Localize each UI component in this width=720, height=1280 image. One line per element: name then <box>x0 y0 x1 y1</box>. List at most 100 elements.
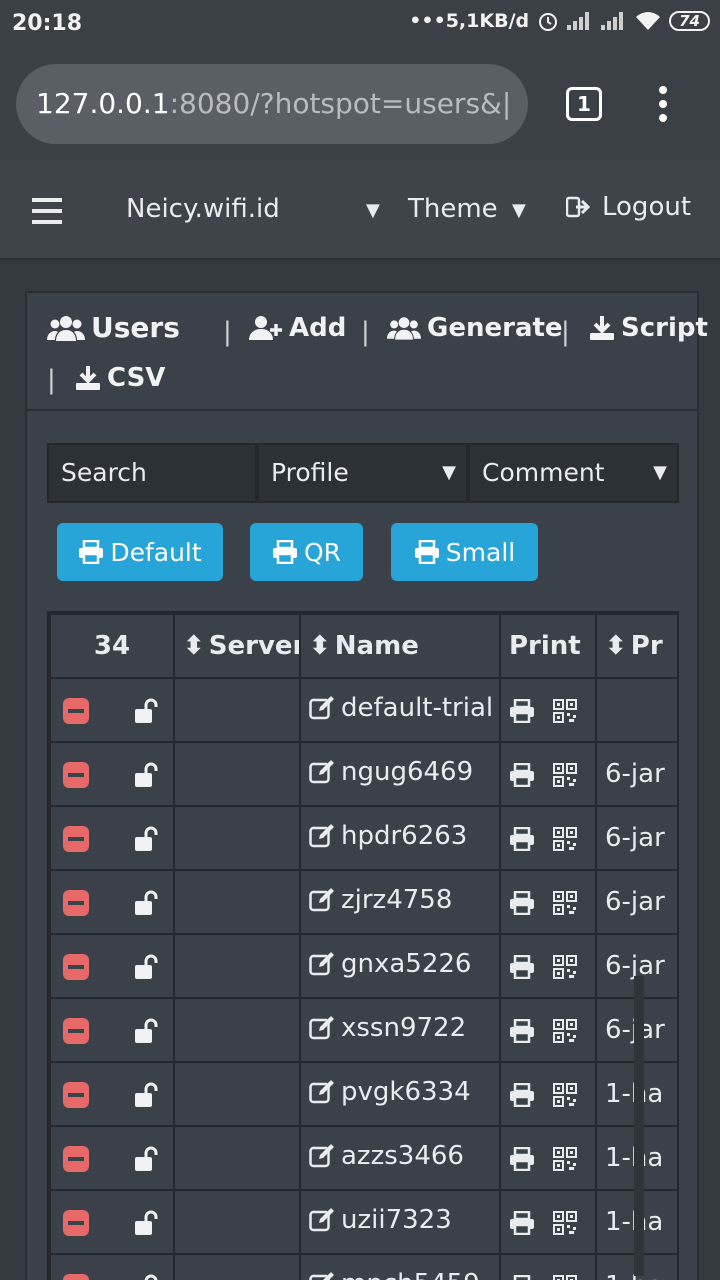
qrcode-icon[interactable] <box>553 954 578 979</box>
qrcode-icon[interactable] <box>553 1082 578 1107</box>
name-cell[interactable]: gnxa5226 <box>299 933 501 999</box>
caret-down-icon[interactable]: ▼ <box>366 200 380 221</box>
name-cell[interactable]: uzii7323 <box>299 1189 501 1255</box>
unlock-icon[interactable] <box>133 698 159 724</box>
username: gnxa5226 <box>341 949 472 979</box>
edit-icon[interactable] <box>309 824 335 848</box>
print-icon[interactable] <box>509 954 535 979</box>
qrcode-icon[interactable] <box>553 762 578 787</box>
row-actions-cell <box>49 1189 175 1255</box>
comment-select[interactable]: Comment ▼ <box>468 443 679 503</box>
print-icon[interactable] <box>509 1210 535 1235</box>
user-plus-icon <box>249 316 282 340</box>
signal-icon <box>567 12 593 30</box>
table-row: hpdr6263 6-jar <box>49 805 677 871</box>
unlock-icon[interactable] <box>133 1082 159 1108</box>
edit-icon[interactable] <box>309 1144 335 1168</box>
print-icon[interactable] <box>509 1274 535 1280</box>
name-cell[interactable]: ngug6469 <box>299 741 501 807</box>
edit-icon[interactable] <box>309 1080 335 1104</box>
edit-icon[interactable] <box>309 1272 335 1280</box>
unlock-icon[interactable] <box>133 1018 159 1044</box>
qrcode-icon[interactable] <box>553 1146 578 1171</box>
remove-user-icon[interactable] <box>63 825 89 852</box>
qrcode-icon[interactable] <box>553 1274 578 1280</box>
profile-select[interactable]: Profile ▼ <box>257 443 468 503</box>
print-small-button[interactable]: Small <box>391 523 538 581</box>
qrcode-icon[interactable] <box>553 1018 578 1043</box>
remove-user-icon[interactable] <box>63 953 89 980</box>
edit-icon[interactable] <box>309 1208 335 1232</box>
name-cell[interactable]: mnch5459 <box>299 1253 501 1280</box>
separator: | <box>361 317 370 347</box>
remove-user-icon[interactable] <box>63 889 89 916</box>
name-cell[interactable]: azzs3466 <box>299 1125 501 1191</box>
remove-user-icon[interactable] <box>63 1209 89 1236</box>
print-qr-button[interactable]: QR <box>250 523 363 581</box>
print-icon[interactable] <box>509 1018 535 1043</box>
sign-out-icon <box>566 196 591 218</box>
qrcode-icon[interactable] <box>553 1210 578 1235</box>
table-scrollbar[interactable] <box>634 976 644 1276</box>
edit-icon[interactable] <box>309 760 335 784</box>
unlock-icon[interactable] <box>133 954 159 980</box>
theme-dropdown[interactable]: Theme <box>408 194 498 224</box>
print-icon[interactable] <box>509 698 535 723</box>
name-column-header[interactable]: ⬍ Name <box>299 613 501 679</box>
remove-user-icon[interactable] <box>63 697 89 724</box>
print-icon[interactable] <box>509 762 535 787</box>
table-row: zjrz4758 6-jar <box>49 869 677 935</box>
edit-icon[interactable] <box>309 952 335 976</box>
unlock-icon[interactable] <box>133 890 159 916</box>
server-cell <box>173 1253 301 1280</box>
users-tab[interactable]: Users <box>47 311 180 344</box>
remove-user-icon[interactable] <box>63 761 89 788</box>
generate-button[interactable]: Generate <box>387 313 563 343</box>
unlock-icon[interactable] <box>133 762 159 788</box>
script-download-button[interactable]: Script <box>589 313 708 343</box>
print-cell <box>499 1189 597 1255</box>
name-cell[interactable]: default-trial <box>299 677 501 743</box>
csv-download-button[interactable]: CSV <box>75 363 165 393</box>
print-icon[interactable] <box>509 826 535 851</box>
qrcode-icon[interactable] <box>553 698 578 723</box>
print-icon[interactable] <box>509 1082 535 1107</box>
server-column-header[interactable]: ⬍ Server <box>173 613 301 679</box>
qrcode-icon[interactable] <box>553 826 578 851</box>
server-cell <box>173 805 301 871</box>
unlock-icon[interactable] <box>133 826 159 852</box>
add-user-button[interactable]: Add <box>249 313 346 343</box>
edit-icon[interactable] <box>309 1016 335 1040</box>
qrcode-icon[interactable] <box>553 890 578 915</box>
unlock-icon[interactable] <box>133 1274 159 1280</box>
unlock-icon[interactable] <box>133 1210 159 1236</box>
name-cell[interactable]: xssn9722 <box>299 997 501 1063</box>
brand-session-name[interactable]: Neicy.wifi.id <box>126 194 280 224</box>
filter-bar: Search Profile ▼ Comment ▼ <box>47 443 679 503</box>
url-bar[interactable]: 127.0.0.1:8080/?hotspot=users&| <box>16 64 528 144</box>
name-cell[interactable]: pvgk6334 <box>299 1061 501 1127</box>
unlock-icon[interactable] <box>133 1146 159 1172</box>
edit-icon[interactable] <box>309 696 335 720</box>
card-header: Users | Add | Generate | Script | CSV <box>27 293 708 411</box>
remove-user-icon[interactable] <box>63 1081 89 1108</box>
name-cell[interactable]: zjrz4758 <box>299 869 501 935</box>
search-input[interactable]: Search <box>47 443 257 503</box>
print-default-button[interactable]: Default <box>57 523 223 581</box>
profile-column-header[interactable]: ⬍ Pr <box>595 613 677 679</box>
theme-caret-icon[interactable]: ▼ <box>512 200 526 221</box>
table-row: azzs3466 1-ha <box>49 1125 677 1191</box>
name-cell[interactable]: hpdr6263 <box>299 805 501 871</box>
edit-icon[interactable] <box>309 888 335 912</box>
logout-button[interactable]: Logout <box>566 192 691 222</box>
hamburger-menu-icon[interactable] <box>32 198 62 224</box>
print-icon[interactable] <box>509 1146 535 1171</box>
remove-user-icon[interactable] <box>63 1017 89 1044</box>
remove-user-icon[interactable] <box>63 1145 89 1172</box>
users-table-container[interactable]: 34 ⬍ Server ⬍ Name Print ⬍ Pr default-trial… <box>47 611 679 1280</box>
tab-count-button[interactable]: 1 <box>566 87 602 121</box>
browser-menu-icon[interactable] <box>656 86 670 126</box>
qr-label: QR <box>303 537 342 567</box>
print-icon[interactable] <box>509 890 535 915</box>
remove-user-icon[interactable] <box>63 1273 89 1280</box>
